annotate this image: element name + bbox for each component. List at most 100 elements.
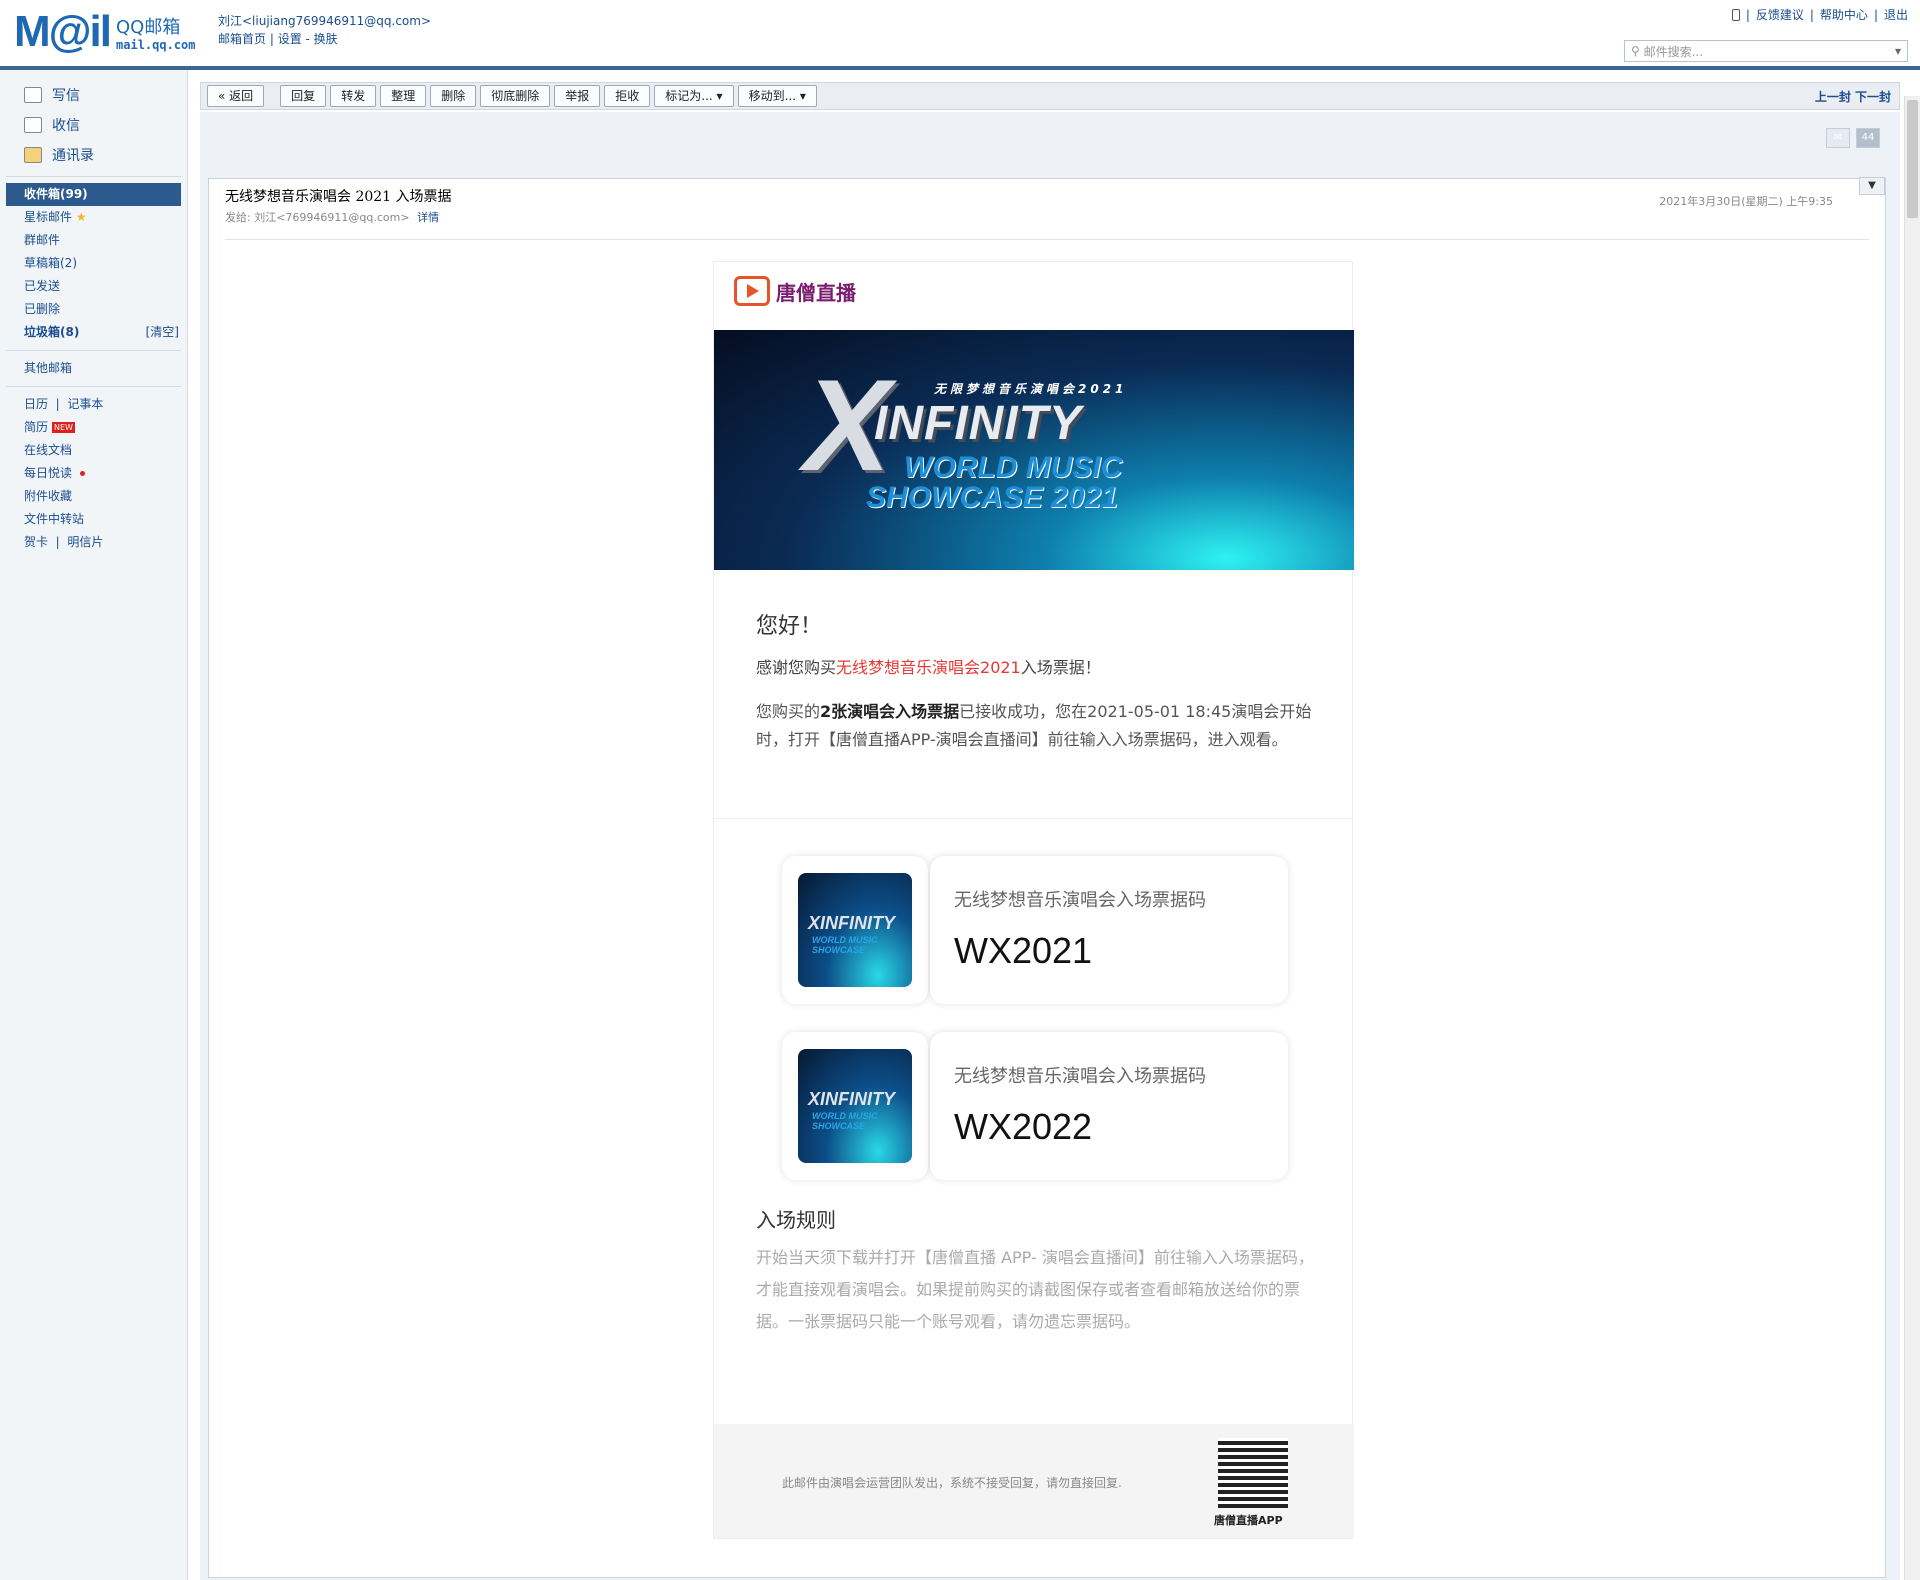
- sidebar: 写信 收信 通讯录 收件箱(99) 星标邮件 ★ 群邮件 草稿箱(2) 已发送 …: [0, 70, 188, 1580]
- prev-next-nav[interactable]: 上一封 下一封: [1815, 88, 1891, 105]
- mail-search-input[interactable]: ⚲ 邮件搜索... ▾: [1624, 40, 1908, 62]
- back-button[interactable]: « 返回: [207, 85, 265, 107]
- mark-as-dropdown[interactable]: 标记为... ▾: [654, 85, 734, 107]
- sidebar-item-group[interactable]: 群邮件: [0, 229, 187, 252]
- content-divider: [714, 818, 1352, 819]
- greeting: 您好！: [756, 614, 823, 639]
- mail-footer: 此邮件由演唱会运营团队发出，系统不接受回复，请勿直接回复. 唐僧直播APP: [714, 1424, 1354, 1538]
- forward-button[interactable]: 转发: [330, 85, 377, 107]
- settings-link[interactable]: 设置: [278, 32, 302, 46]
- search-placeholder: 邮件搜索...: [1643, 44, 1704, 59]
- mailbox-home-link[interactable]: 邮箱首页: [218, 32, 266, 46]
- sidebar-item-deleted[interactable]: 已删除: [0, 298, 187, 321]
- mail-reader: 无线梦想音乐演唱会 2021 入场票据 发给: 刘江<769946911@qq.…: [208, 177, 1886, 1578]
- ticket-thumbnail: XINFINITY WORLD MUSIC SHOWCASE: [798, 873, 912, 987]
- logout-link[interactable]: 退出: [1884, 6, 1908, 23]
- unread-count-badge: 44: [1856, 128, 1880, 148]
- ticket-label: 无线梦想音乐演唱会入场票据码: [954, 890, 1206, 911]
- permanent-delete-button[interactable]: 彻底删除: [480, 85, 551, 107]
- sidebar-item-other-mailbox[interactable]: 其他邮箱: [0, 357, 187, 380]
- sender-address[interactable]: 刘江<769946911@qq.com>: [254, 211, 409, 224]
- sidebar-item-resume[interactable]: 简历 NEW: [0, 416, 187, 439]
- sidebar-item-docs[interactable]: 在线文档: [0, 439, 187, 462]
- delete-button[interactable]: 删除: [430, 85, 477, 107]
- organize-button[interactable]: 整理: [380, 85, 427, 107]
- move-to-dropdown[interactable]: 移动到... ▾: [737, 85, 817, 107]
- mail-area: ✉ 44 无线梦想音乐演唱会 2021 入场票据 发给: 刘江<76994691…: [200, 112, 1900, 1580]
- purchase-info-paragraph: 您购买的2张演唱会入场票据已接收成功，您在2021-05-01 18:45演唱会…: [756, 702, 1312, 749]
- sidebar-divider: [6, 350, 181, 351]
- mail-status-icons: ✉ 44: [1826, 128, 1880, 148]
- new-badge: NEW: [52, 422, 75, 433]
- ticket-count: 2张演唱会入场票据: [820, 702, 960, 721]
- concert-banner: X 无限梦想音乐演唱会2021 INFINITY WORLD MUSIC SHO…: [714, 330, 1354, 570]
- sidebar-item-notes[interactable]: 记事本: [67, 397, 103, 411]
- sidebar-contacts[interactable]: 通讯录: [0, 140, 187, 170]
- entry-rules: 入场规则 开始当天须下载并打开【唐僧直播 APP- 演唱会直播间】前往输入入场票…: [756, 1206, 1326, 1338]
- help-link[interactable]: 帮助中心: [1820, 6, 1868, 23]
- envelope-icon[interactable]: ✉: [1826, 128, 1850, 148]
- mail-text: 您好！ 感谢您购买无线梦想音乐演唱会2021入场票据！ 您购买的2张演唱会入场票…: [756, 612, 1316, 754]
- user-account-link[interactable]: 刘江<liujiang769946911@qq.com>: [218, 14, 431, 28]
- logo-qq-text: QQ邮箱: [116, 17, 181, 38]
- ticket-thumbnail: XINFINITY WORLD MUSIC SHOWCASE: [798, 1049, 912, 1163]
- qq-mail-page: M@il QQ邮箱 mail.qq.com 刘江<liujiang7699469…: [0, 0, 1920, 1580]
- reject-button[interactable]: 拒收: [604, 85, 651, 107]
- ticket-card: XINFINITY WORLD MUSIC SHOWCASE 无线梦想音乐演唱会入…: [782, 1032, 1288, 1180]
- page-scrollbar[interactable]: [1904, 96, 1920, 1580]
- banner-title: INFINITY: [874, 397, 1082, 450]
- logo-domain: mail.qq.com: [116, 38, 196, 52]
- mail-toolbar: « 返回 回复 转发 整理 删除 彻底删除 举报 拒收 标记为... ▾ 移动到…: [200, 82, 1900, 110]
- ticket-code: WX2022: [954, 1106, 1093, 1147]
- sidebar-item-drafts[interactable]: 草稿箱(2): [0, 252, 187, 275]
- user-info: 刘江<liujiang769946911@qq.com> 邮箱首页 | 设置 -…: [218, 14, 432, 46]
- header-divider: [0, 66, 1920, 70]
- ticket-code: WX2021: [954, 930, 1093, 971]
- header-rule: [225, 239, 1869, 240]
- ticket-label: 无线梦想音乐演唱会入场票据码: [954, 1066, 1206, 1087]
- banner-line-world: WORLD MUSIC: [904, 451, 1123, 484]
- mail-options-dropdown[interactable]: ▼: [1859, 177, 1885, 195]
- empty-junk-link[interactable]: [清空]: [146, 321, 187, 344]
- receive-icon: [24, 117, 42, 133]
- sidebar-item-daily-read[interactable]: 每日悦读: [0, 462, 187, 485]
- thanks-paragraph: 感谢您购买无线梦想音乐演唱会2021入场票据！: [756, 658, 1101, 677]
- mobile-icon[interactable]: [1731, 8, 1740, 21]
- sidebar-item-file-transfer[interactable]: 文件中转站: [0, 508, 187, 531]
- qq-mail-logo[interactable]: M@il QQ邮箱 mail.qq.com: [14, 7, 196, 56]
- sidebar-item-attachments[interactable]: 附件收藏: [0, 485, 187, 508]
- sidebar-receive[interactable]: 收信: [0, 110, 187, 140]
- mail-body-card: 唐僧直播 X 无限梦想音乐演唱会2021 INFINITY WORLD MUSI…: [713, 261, 1354, 1539]
- sidebar-cards: 贺卡 | 明信片: [24, 535, 104, 549]
- event-name: 无线梦想音乐演唱会2021: [836, 658, 1021, 677]
- chevron-down-icon[interactable]: ▾: [1895, 44, 1901, 58]
- star-icon: ★: [75, 210, 87, 224]
- sidebar-item-postcard[interactable]: 明信片: [67, 535, 103, 549]
- ticket-card: XINFINITY WORLD MUSIC SHOWCASE 无线梦想音乐演唱会入…: [782, 856, 1288, 1004]
- reply-button[interactable]: 回复: [280, 85, 327, 107]
- footer-note: 此邮件由演唱会运营团队发出，系统不接受回复，请勿直接回复.: [782, 1476, 1122, 1490]
- feedback-link[interactable]: 反馈建议: [1756, 6, 1804, 23]
- sidebar-item-junk[interactable]: 垃圾箱(8) [清空]: [0, 321, 187, 344]
- details-link[interactable]: 详情: [417, 211, 439, 224]
- logo-mail-text: M@il: [14, 7, 112, 56]
- sidebar-item-calendar[interactable]: 日历: [24, 397, 48, 411]
- sidebar-item-inbox[interactable]: 收件箱(99): [6, 183, 181, 206]
- sidebar-item-starred[interactable]: 星标邮件 ★: [0, 206, 187, 229]
- brand-header: 唐僧直播: [734, 276, 856, 306]
- report-button[interactable]: 举报: [554, 85, 601, 107]
- skin-link[interactable]: 换肤: [314, 32, 338, 46]
- sidebar-compose[interactable]: 写信: [0, 80, 187, 110]
- mail-date: 2021年3月30日(星期二) 上午9:35: [1659, 195, 1833, 208]
- qr-code-icon: [1218, 1438, 1288, 1508]
- sidebar-calendar-notes: 日历 | 记事本: [24, 397, 104, 411]
- scrollbar-thumb[interactable]: [1907, 100, 1918, 218]
- sidebar-item-greeting-card[interactable]: 贺卡: [24, 535, 48, 549]
- mail-subject: 无线梦想音乐演唱会 2021 入场票据: [225, 189, 452, 205]
- sidebar-divider: [6, 386, 181, 387]
- search-icon: ⚲: [1631, 44, 1644, 58]
- sidebar-item-sent[interactable]: 已发送: [0, 275, 187, 298]
- rules-text: 开始当天须下载并打开【唐僧直播 APP- 演唱会直播间】前往输入入场票据码，才能…: [756, 1248, 1314, 1331]
- tv-play-icon: [734, 276, 770, 306]
- compose-icon: [24, 87, 42, 103]
